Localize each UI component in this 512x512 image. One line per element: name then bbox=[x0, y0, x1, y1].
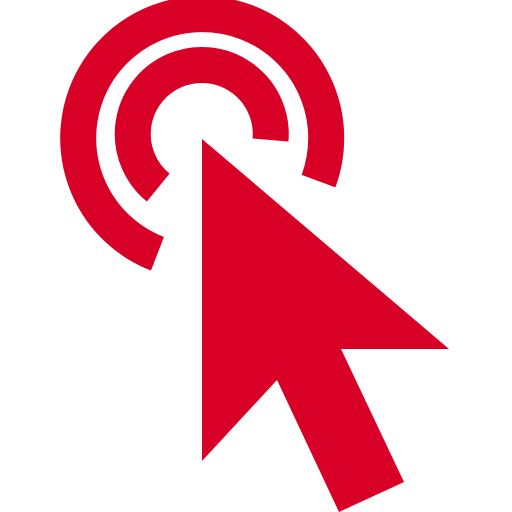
cursor-arrow bbox=[202, 139, 449, 512]
click-cursor-icon bbox=[60, 0, 449, 512]
icon-canvas bbox=[0, 0, 512, 512]
middle-ripple-arc bbox=[114, 47, 289, 202]
